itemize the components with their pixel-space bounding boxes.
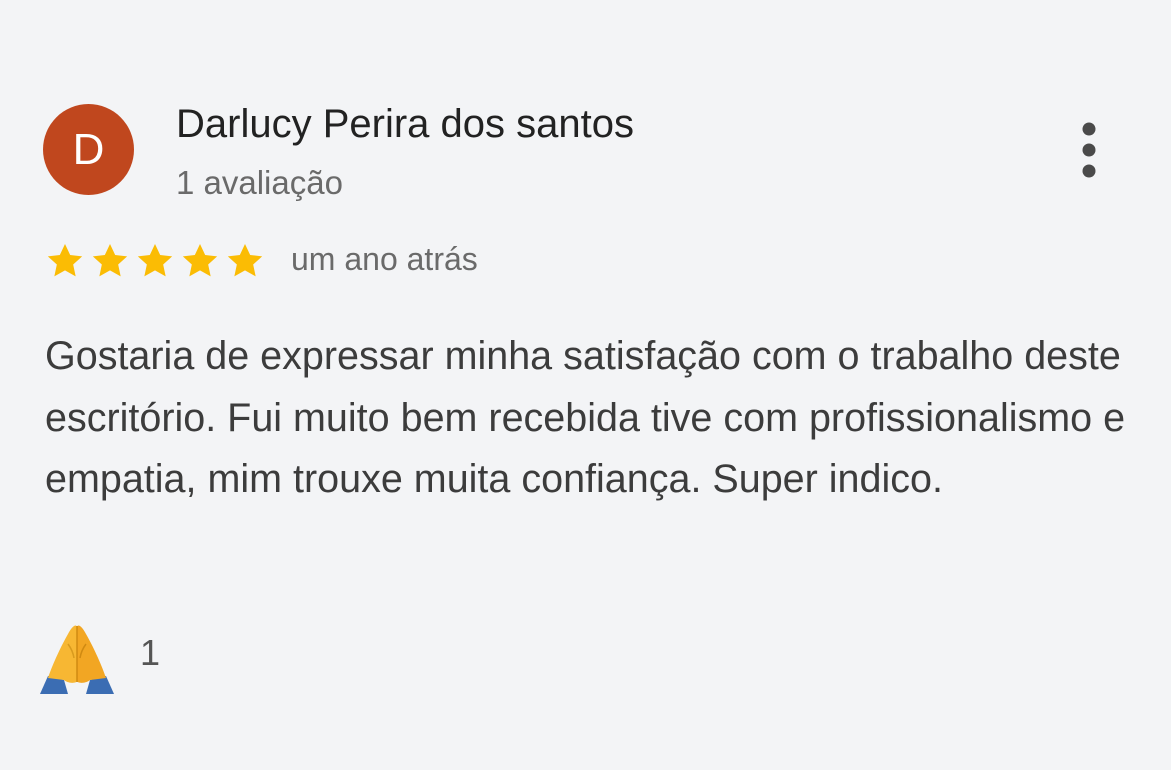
- avatar-initial: D: [72, 124, 105, 174]
- review-count: 1 avaliação: [176, 164, 343, 201]
- reaction-count: 1: [140, 632, 161, 673]
- star-icon: [225, 241, 265, 281]
- more-options-button[interactable]: [1066, 118, 1112, 184]
- star-rating: [45, 241, 265, 281]
- review-text: Gostaria de expressar minha satisfação c…: [45, 334, 1126, 501]
- author-name[interactable]: Darlucy Perira dos santos: [176, 102, 634, 147]
- star-icon: [135, 241, 175, 281]
- rating-row: um ano atrás: [45, 238, 478, 284]
- review-time: um ano atrás: [291, 240, 478, 277]
- review-card: D Darlucy Perira dos santos 1 avaliação …: [0, 0, 1171, 770]
- star-icon: [180, 241, 220, 281]
- more-vert-icon: [1066, 118, 1112, 184]
- star-icon: [45, 241, 85, 281]
- reaction-button[interactable]: 1: [38, 618, 160, 696]
- star-icon: [90, 241, 130, 281]
- praying-hands-icon: [38, 618, 116, 696]
- avatar[interactable]: D: [43, 104, 134, 195]
